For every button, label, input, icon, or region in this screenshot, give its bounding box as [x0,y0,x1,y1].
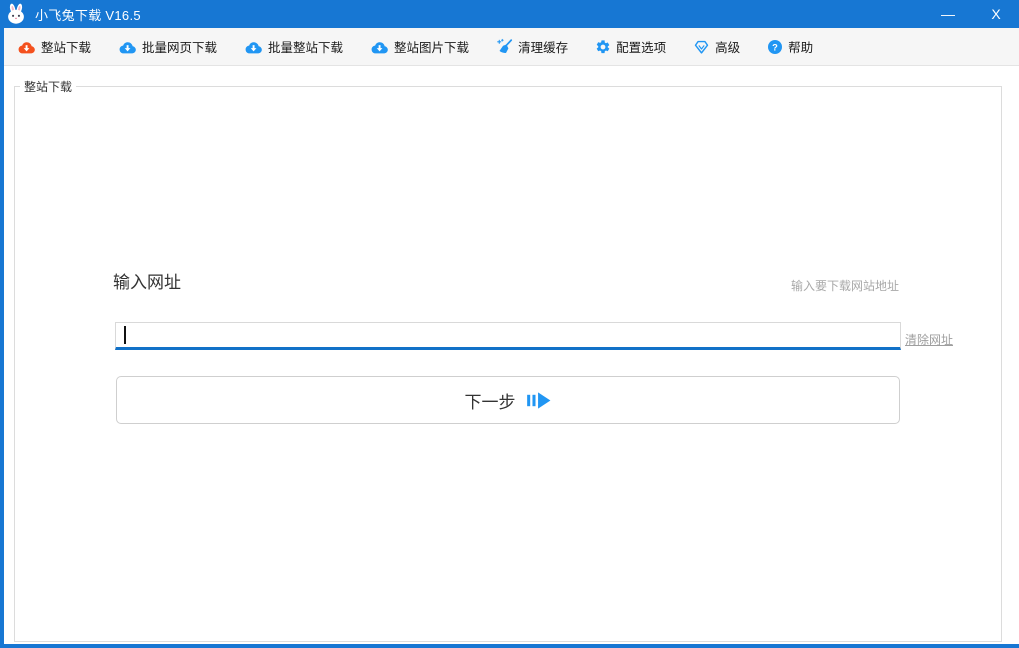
window-title: 小飞兔下载 V16.5 [35,5,141,24]
url-input[interactable] [116,323,900,347]
broom-icon [496,38,513,55]
clear-url-link[interactable]: 清除网址 [905,331,953,348]
close-button[interactable]: X [987,0,1005,28]
rabbit-app-icon [5,3,27,25]
toolbar-item-label: 清理缓存 [518,37,568,56]
cloud-download-icon [17,40,36,54]
cloud-download-icon [118,40,137,54]
url-input-hint: 输入要下载网站地址 [791,277,899,294]
toolbar-item-batch-site-download[interactable]: 批量整站下载 [244,37,343,56]
toolbar-item-batch-webpage-download[interactable]: 批量网页下载 [118,37,217,56]
question-icon: ? [767,39,783,55]
url-input-wrapper [115,322,901,350]
toolbar-item-label: 高级 [715,37,740,56]
toolbar-item-label: 批量整站下载 [268,37,343,56]
panel-legend: 整站下载 [20,78,76,95]
toolbar-item-clear-cache[interactable]: 清理缓存 [496,37,568,56]
cloud-download-icon [244,40,263,54]
svg-text:?: ? [772,42,778,52]
toolbar-item-label: 整站图片下载 [394,37,469,56]
minimize-button[interactable]: — [939,0,957,28]
toolbar-item-label: 批量网页下载 [142,37,217,56]
toolbar-item-site-image-download[interactable]: 整站图片下载 [370,37,469,56]
app-window: 整站下载 批量网页下载 批量整站下载 [0,28,1019,648]
toolbar-item-help[interactable]: ? 帮助 [767,37,813,56]
url-input-label: 输入网址 [113,268,181,293]
gear-icon [595,39,611,55]
toolbar-item-label: 配置选项 [616,37,666,56]
toolbar-item-whole-site-download[interactable]: 整站下载 [17,37,91,56]
diamond-icon [693,38,710,55]
cloud-download-icon [370,40,389,54]
toolbar: 整站下载 批量网页下载 批量整站下载 [4,28,1019,66]
toolbar-item-label: 帮助 [788,37,813,56]
whole-site-download-panel: 整站下载 输入网址 输入要下载网站地址 清除网址 下一步 [14,86,1002,642]
toolbar-item-label: 整站下载 [41,37,91,56]
titlebar: 小飞兔下载 V16.5 — X [0,0,1019,28]
text-caret [124,326,126,344]
toolbar-item-advanced[interactable]: 高级 [693,37,740,56]
toolbar-item-config-options[interactable]: 配置选项 [595,37,666,56]
next-step-button[interactable]: 下一步 [116,376,900,424]
next-step-button-label: 下一步 [465,388,516,413]
main-area: 整站下载 输入网址 输入要下载网站地址 清除网址 下一步 [4,67,1019,644]
fast-forward-arrow-icon [527,391,552,410]
